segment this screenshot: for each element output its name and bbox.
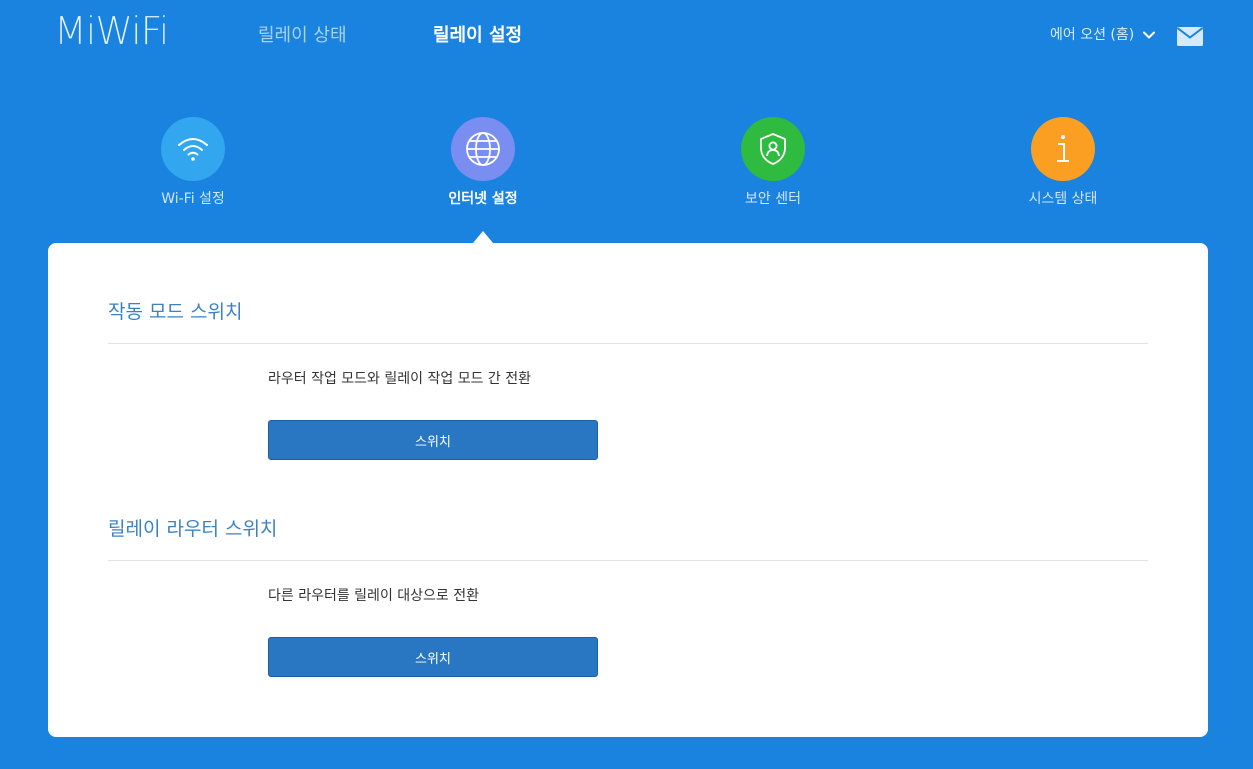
section-divider (108, 343, 1148, 344)
tile-security-center[interactable]: 보안 센터 (693, 117, 853, 208)
section-description: 다른 라우터를 릴레이 대상으로 전환 (268, 588, 479, 604)
operation-mode-switch-button[interactable]: 스위치 (268, 420, 598, 460)
tile-label: 인터넷 설정 (448, 191, 518, 207)
tile-internet-settings[interactable]: 인터넷 설정 (403, 117, 563, 208)
miwifi-logo: MiWiFi (54, 9, 170, 53)
info-icon (1031, 117, 1095, 181)
section-divider (108, 560, 1148, 561)
tile-system-status[interactable]: 시스템 상태 (983, 117, 1143, 208)
section-description: 라우터 작업 모드와 릴레이 작업 모드 간 전환 (268, 371, 531, 387)
shield-user-icon (741, 117, 805, 181)
active-tile-pointer (473, 231, 493, 243)
mail-icon[interactable] (1176, 27, 1204, 46)
chevron-down-icon (1142, 28, 1156, 42)
wifi-icon (161, 117, 225, 181)
nav-relay-settings[interactable]: 릴레이 설정 (433, 24, 522, 48)
nav-relay-status[interactable]: 릴레이 상태 (258, 24, 347, 48)
tile-wifi-settings[interactable]: Wi-Fi 설정 (113, 117, 273, 208)
section-title-relay-router: 릴레이 라우터 스위치 (108, 518, 278, 540)
section-title-operation-mode: 작동 모드 스위치 (108, 301, 243, 323)
account-dropdown[interactable]: 에어 오션 (홈) (1050, 25, 1156, 45)
globe-icon (451, 117, 515, 181)
relay-router-switch-button[interactable]: 스위치 (268, 637, 598, 677)
tile-label: Wi-Fi 설정 (161, 191, 225, 207)
settings-panel: 작동 모드 스위치 라우터 작업 모드와 릴레이 작업 모드 간 전환 스위치 … (48, 243, 1208, 737)
tile-label: 보안 센터 (745, 191, 801, 207)
account-name: 에어 오션 (홈) (1050, 27, 1135, 43)
tile-label: 시스템 상태 (1028, 191, 1098, 207)
